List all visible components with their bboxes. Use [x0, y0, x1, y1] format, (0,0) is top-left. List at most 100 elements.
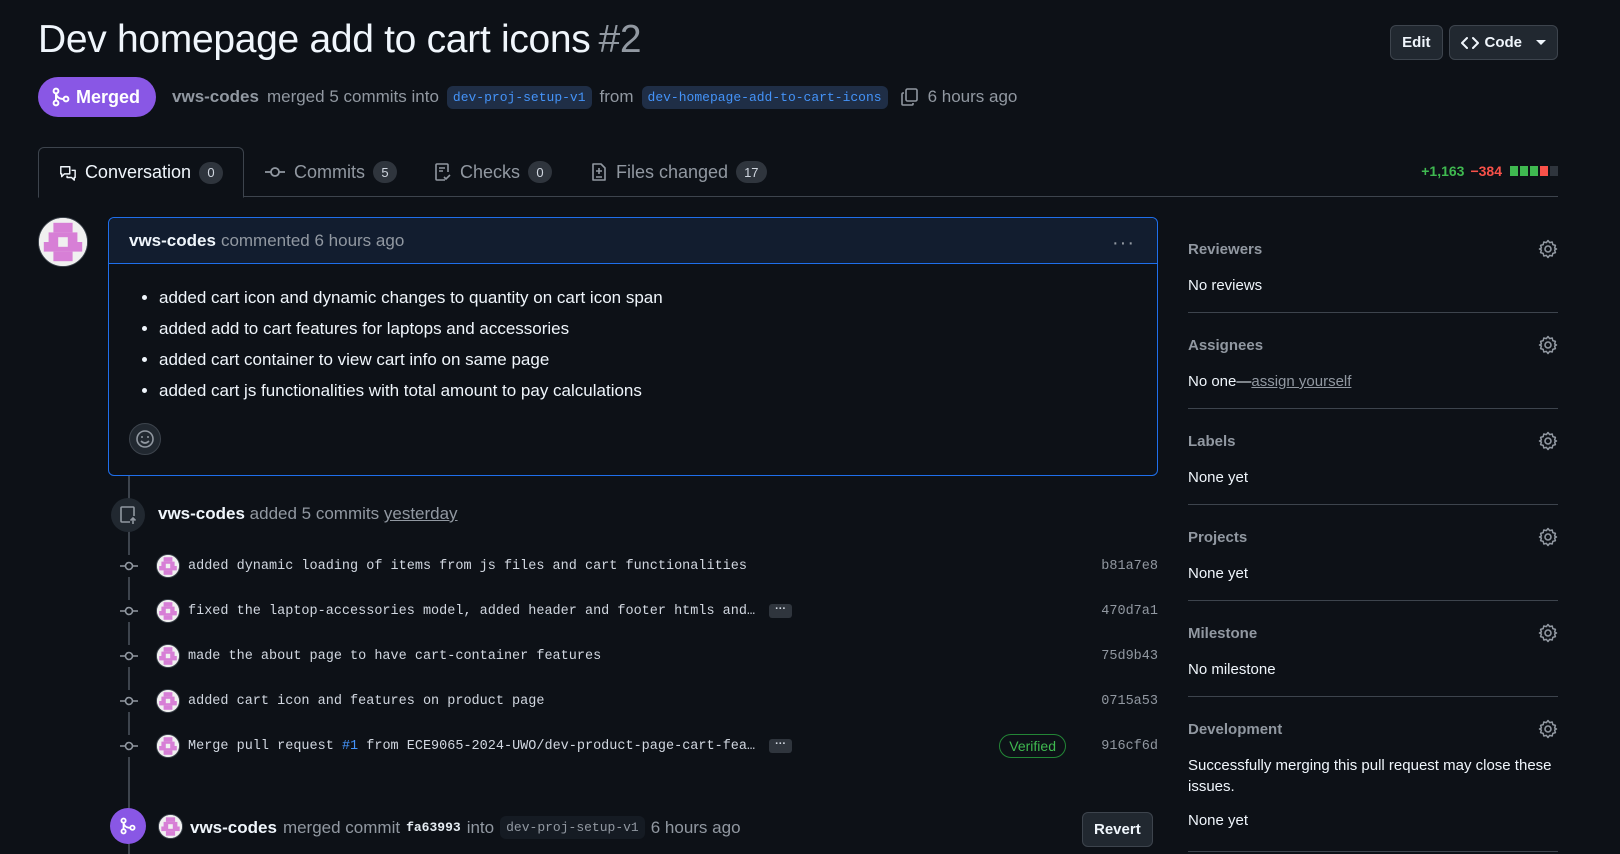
list-item: added cart js functionalities with total… [159, 377, 1157, 408]
sidebar-projects: Projects None yet [1188, 505, 1558, 601]
tab-commits-label: Commits [294, 161, 365, 182]
git-merge-icon [110, 808, 146, 844]
revert-button-label: Revert [1094, 821, 1141, 838]
code-icon [1460, 36, 1479, 49]
commit-sha-link[interactable]: 916cf6d [1101, 739, 1158, 754]
pr-author-link[interactable]: vws-codes [172, 87, 259, 107]
sidebar-heading: Reviewers [1188, 241, 1263, 258]
git-commit-icon [118, 735, 140, 757]
avatar[interactable] [156, 689, 180, 713]
sidebar-assignees: Assignees No one—assign yourself [1188, 313, 1558, 409]
commit-message-link[interactable]: added dynamic loading of items from js f… [188, 559, 747, 574]
sidebar-value: No one—assign yourself [1188, 371, 1558, 392]
tab-commits[interactable]: Commits 5 [244, 147, 417, 197]
gear-icon[interactable] [1538, 623, 1558, 643]
commit-message-link[interactable]: Merge pull request #1 from ECE9065-2024-… [188, 739, 755, 754]
gear-icon[interactable] [1538, 719, 1558, 739]
kebab-horizontal-icon[interactable]: ··· [1112, 232, 1135, 255]
merged-text: merged 5 commits into [266, 87, 439, 106]
avatar[interactable] [158, 814, 183, 839]
sidebar-value: None yet [1188, 565, 1249, 582]
event-text: added 5 commits [249, 504, 380, 523]
gear-icon[interactable] [1538, 431, 1558, 451]
commit-row: Merge pull request #1 from ECE9065-2024-… [118, 731, 1158, 761]
commits-added-event: vws-codes added 5 commits yesterday [158, 504, 458, 524]
avatar[interactable] [156, 554, 180, 578]
sidebar-development: Development Successfully merging this pu… [1188, 697, 1558, 852]
gear-icon[interactable] [1538, 335, 1558, 355]
merge-commit-link[interactable]: fa63993 [406, 820, 461, 835]
smiley-icon [136, 430, 154, 448]
revert-button[interactable]: Revert [1082, 812, 1153, 847]
git-merge-icon [52, 87, 70, 107]
comment-action: commented 6 hours ago [220, 230, 405, 250]
copy-icon[interactable] [900, 87, 920, 107]
assign-yourself-link[interactable]: assign yourself [1251, 373, 1351, 390]
tab-conversation-count: 0 [199, 161, 223, 184]
pr-meta: Merged vws-codes merged 5 commits into d… [38, 77, 1017, 117]
git-commit-icon [118, 645, 140, 667]
expand-commit-body-button[interactable]: ··· [769, 604, 793, 618]
commit-sha-link[interactable]: 75d9b43 [1101, 649, 1158, 664]
comment-author-link[interactable]: vws-codes [129, 231, 216, 251]
gear-icon[interactable] [1538, 527, 1558, 547]
sidebar-heading: Projects [1188, 529, 1248, 546]
sidebar-heading: Milestone [1188, 625, 1258, 642]
into-text: into [466, 817, 495, 837]
commit-message-link[interactable]: made the about page to have cart-contain… [188, 649, 601, 664]
edit-button[interactable]: Edit [1390, 25, 1443, 60]
avatar[interactable] [156, 599, 180, 623]
commit-row: made the about page to have cart-contain… [118, 641, 1158, 671]
tab-files-changed[interactable]: Files changed 17 [570, 147, 787, 197]
commit-message-link[interactable]: fixed the laptop-accessories model, adde… [188, 604, 755, 619]
gear-icon[interactable] [1538, 239, 1558, 259]
tab-files-changed-label: Files changed [616, 161, 729, 182]
commit-sha-link[interactable]: 470d7a1 [1101, 604, 1158, 619]
base-branch-link[interactable]: dev-proj-setup-v1 [446, 85, 592, 109]
merge-text: merged commit [282, 817, 401, 837]
tab-conversation[interactable]: Conversation 0 [38, 147, 244, 198]
list-item: added cart icon and dynamic changes to q… [159, 284, 1157, 315]
from-text: from [599, 87, 634, 106]
git-commit-icon [265, 167, 285, 177]
event-author-link[interactable]: vws-codes [190, 818, 277, 838]
commit-sha-link[interactable]: 0715a53 [1101, 694, 1158, 709]
sidebar-labels: Labels None yet [1188, 409, 1558, 505]
code-button[interactable]: Code [1448, 25, 1558, 60]
branch-link[interactable]: dev-proj-setup-v1 [500, 816, 645, 839]
pr-title-text: Dev homepage add to cart icons [38, 18, 591, 61]
tab-files-changed-count: 17 [736, 161, 767, 183]
sidebar-heading: Development [1188, 721, 1283, 738]
head-branch-link[interactable]: dev-homepage-add-to-cart-icons [641, 85, 888, 109]
pr-description-comment: vws-codes commented 6 hours ago ··· adde… [108, 217, 1158, 476]
expand-commit-body-button[interactable]: ··· [769, 739, 793, 753]
event-author-link[interactable]: vws-codes [158, 504, 245, 523]
commit-row: fixed the laptop-accessories model, adde… [118, 596, 1158, 626]
merge-time: 6 hours ago [650, 817, 741, 837]
commit-message-link[interactable]: added cart icon and features on product … [188, 694, 544, 709]
merged-label: Merged [76, 86, 141, 107]
diffstat-blocks [1510, 166, 1558, 176]
sidebar-heading: Assignees [1188, 337, 1264, 354]
sidebar-value: None yet [1188, 469, 1249, 486]
comment-author-avatar[interactable] [38, 217, 88, 267]
pr-reference-link[interactable]: #1 [342, 739, 358, 754]
commit-sha-link[interactable]: b81a7e8 [1101, 559, 1158, 574]
pr-title: Dev homepage add to cart icons #2 [38, 18, 642, 62]
verified-badge[interactable]: Verified [999, 734, 1066, 758]
event-time-link[interactable]: yesterday [384, 504, 458, 523]
chevron-down-icon [1536, 40, 1546, 45]
tab-conversation-label: Conversation [84, 162, 191, 182]
tab-checks[interactable]: Checks 0 [414, 147, 572, 197]
diffstat-additions: +1,163 [1421, 163, 1465, 179]
header-actions: Edit Code [1390, 25, 1558, 60]
avatar[interactable] [156, 734, 180, 758]
commit-row: added dynamic loading of items from js f… [118, 551, 1158, 581]
commit-message-suffix: from ECE9065-2024-UWO/dev-product-page-c… [358, 738, 756, 754]
avatar[interactable] [156, 644, 180, 668]
tab-checks-label: Checks [460, 161, 521, 182]
pr-sidebar: Reviewers No reviews Assignees No one—as… [1188, 217, 1558, 852]
sidebar-milestone: Milestone No milestone [1188, 601, 1558, 697]
add-reaction-button[interactable] [129, 423, 161, 455]
comment-discussion-icon [60, 165, 76, 181]
